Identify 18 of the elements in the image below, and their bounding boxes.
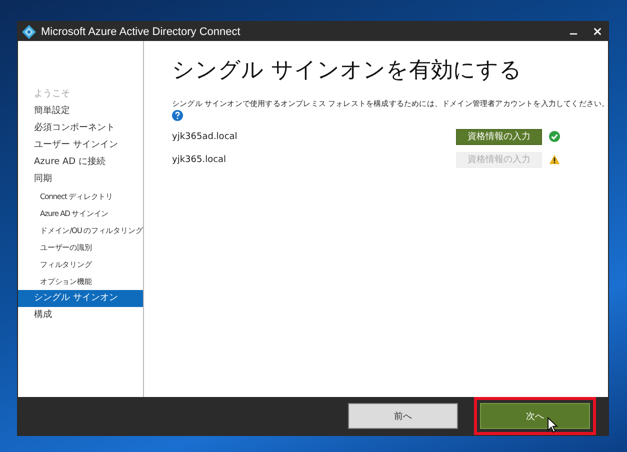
back-button[interactable]: 前へ: [348, 403, 458, 429]
help-icon[interactable]: [172, 110, 183, 121]
next-button[interactable]: 次へ: [480, 403, 590, 429]
sidebar-item[interactable]: シングル サインオン: [18, 290, 143, 307]
sidebar-item[interactable]: 簡単設定: [18, 103, 143, 120]
page-heading: シングル サインオンを有効にする: [172, 57, 523, 85]
sidebar-item[interactable]: 構成: [18, 307, 143, 324]
window-title: Microsoft Azure Active Directory Connect: [41, 26, 240, 38]
mouse-pointer-icon: [547, 417, 558, 433]
domain-name: yjk365.local: [172, 154, 228, 164]
sidebar-item[interactable]: Azure AD に接続: [18, 154, 143, 171]
enter-credentials-button[interactable]: 資格情報の入力: [456, 128, 542, 144]
diamond-logo-icon: [22, 24, 36, 38]
sidebar-item[interactable]: ユーザー サインイン: [18, 137, 143, 154]
domain-name: yjk365ad.local: [172, 132, 238, 142]
close-icon[interactable]: [593, 27, 602, 36]
sidebar-item[interactable]: 同期: [18, 171, 143, 188]
sidebar-item[interactable]: 必須コンポーネント: [18, 120, 143, 137]
